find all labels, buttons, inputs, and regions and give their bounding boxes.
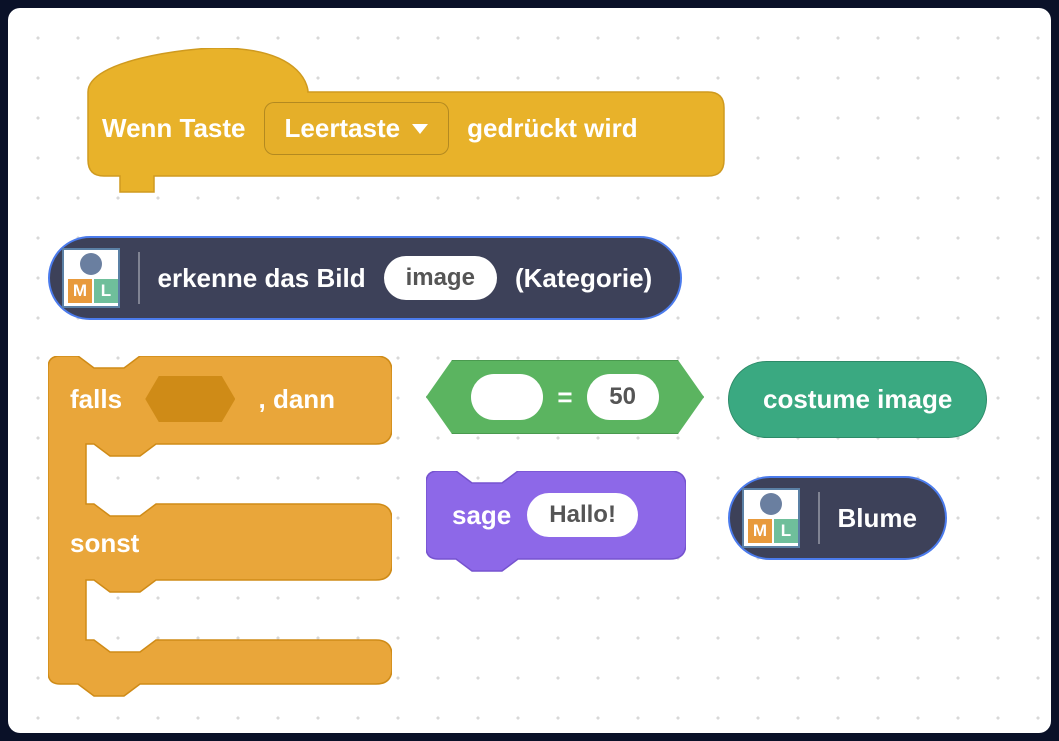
scratch-canvas[interactable]: Wenn Taste Leertaste gedrückt wird M L e… bbox=[8, 8, 1051, 733]
recognize-prefix-text: erkenne das Bild bbox=[158, 263, 366, 294]
recognize-suffix-text: (Kategorie) bbox=[515, 263, 652, 294]
ml-extension-icon: M L bbox=[62, 248, 120, 308]
operand-left-input[interactable] bbox=[471, 374, 543, 420]
say-block[interactable]: sage Hallo! bbox=[426, 471, 664, 559]
equals-operator-block[interactable]: = 50 bbox=[426, 360, 704, 434]
operand-right-input[interactable]: 50 bbox=[587, 374, 659, 420]
then-label: , dann bbox=[259, 384, 336, 415]
hat-prefix-text: Wenn Taste bbox=[102, 113, 246, 144]
costume-image-block[interactable]: costume image bbox=[728, 361, 987, 438]
divider bbox=[138, 252, 140, 304]
boolean-slot[interactable] bbox=[145, 376, 235, 422]
costume-label: costume image bbox=[763, 384, 952, 415]
divider bbox=[818, 492, 820, 544]
say-label: sage bbox=[452, 500, 511, 531]
key-dropdown-label: Leertaste bbox=[285, 113, 401, 144]
say-value-input[interactable]: Hallo! bbox=[527, 493, 638, 537]
else-label: sonst bbox=[70, 528, 139, 558]
ml-extension-icon: M L bbox=[742, 488, 800, 548]
event-hat-block[interactable]: Wenn Taste Leertaste gedrückt wird bbox=[68, 48, 672, 181]
blume-block[interactable]: M L Blume bbox=[728, 476, 947, 560]
hat-suffix-text: gedrückt wird bbox=[467, 113, 637, 144]
if-label: falls bbox=[70, 384, 122, 415]
blume-label: Blume bbox=[838, 503, 917, 534]
chevron-down-icon bbox=[412, 124, 428, 134]
recognize-image-block[interactable]: M L erkenne das Bild image (Kategorie) bbox=[48, 236, 682, 320]
image-param-pill[interactable]: image bbox=[384, 256, 497, 300]
equals-label: = bbox=[557, 382, 572, 413]
key-dropdown[interactable]: Leertaste bbox=[264, 102, 450, 155]
